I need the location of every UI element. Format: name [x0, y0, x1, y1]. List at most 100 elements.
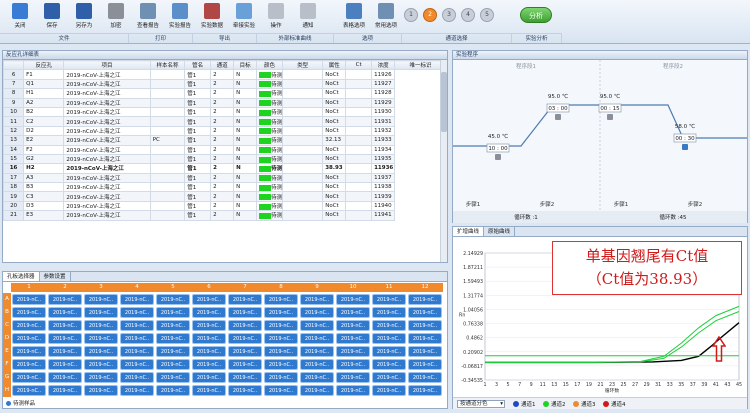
plate-well[interactable]: 2019-nC.. — [228, 385, 262, 396]
plate-well[interactable]: 2019-nC.. — [300, 359, 334, 370]
tab-amplification-curve[interactable]: 扩增曲线 — [453, 227, 485, 236]
toolbar-button-0[interactable]: 关闭 — [5, 3, 35, 33]
plate-well[interactable]: 2019-nC.. — [84, 346, 118, 357]
plate-well[interactable]: 2019-nC.. — [84, 320, 118, 331]
plate-column-header[interactable]: 3 — [83, 283, 119, 292]
toolbar-button-3[interactable]: 加密 — [101, 3, 131, 33]
plate-well[interactable]: 2019-nC.. — [228, 333, 262, 344]
plate-well[interactable]: 2019-nC.. — [12, 346, 46, 357]
table-row[interactable]: 8H12019-nCoV-上海之江 管12N 待测样品 NoCt 11928 — [3, 88, 447, 99]
tab-raw-curve[interactable]: 原始曲线 — [484, 227, 516, 236]
plate-well[interactable]: 2019-nC.. — [300, 307, 334, 318]
column-header[interactable]: 属性 — [322, 60, 347, 71]
step-temp[interactable]: 95.0 ℃ — [548, 93, 568, 100]
plate-well[interactable]: 2019-nC.. — [48, 320, 82, 331]
plate-well[interactable]: 2019-nC.. — [264, 359, 298, 370]
plate-well[interactable]: 2019-nC.. — [192, 320, 226, 331]
plate-well[interactable]: 2019-nC.. — [228, 359, 262, 370]
table-scrollbar[interactable] — [440, 60, 447, 262]
toolbar-button-5[interactable]: 实验报告 — [165, 3, 195, 33]
camera-icon[interactable] — [495, 154, 501, 160]
plate-column-header[interactable]: 10 — [335, 283, 371, 292]
plate-row-header[interactable]: C — [3, 319, 11, 332]
camera-icon[interactable] — [555, 114, 561, 120]
plate-well[interactable]: 2019-nC.. — [120, 307, 154, 318]
plate-well[interactable]: 2019-nC.. — [192, 372, 226, 383]
step-time[interactable]: 00 : 30 — [675, 136, 695, 142]
plate-well[interactable]: 2019-nC.. — [264, 294, 298, 305]
plate-well[interactable]: 2019-nC.. — [120, 346, 154, 357]
plate-well[interactable]: 2019-nC.. — [408, 346, 442, 357]
plate-well[interactable]: 2019-nC.. — [264, 372, 298, 383]
plate-well[interactable]: 2019-nC.. — [300, 346, 334, 357]
plate-well[interactable]: 2019-nC.. — [120, 320, 154, 331]
plate-well[interactable]: 2019-nC.. — [156, 294, 190, 305]
plate-well[interactable]: 2019-nC.. — [336, 346, 370, 357]
plate-row-header[interactable]: B — [3, 306, 11, 319]
plate-column-header[interactable]: 4 — [119, 283, 155, 292]
column-header[interactable]: Ct — [345, 60, 373, 71]
table-row[interactable]: 7Q12019-nCoV-上海之江 管12N 待测样品 NoCt 11927 — [3, 78, 447, 90]
toolbar-button-11[interactable]: 常用选项 — [371, 3, 401, 33]
step-time[interactable]: 00 : 15 — [600, 106, 620, 112]
plate-well[interactable]: 2019-nC.. — [48, 307, 82, 318]
table-row[interactable]: 15G22019-nCoV-上海之江 管12N 待测样品 NoCt 11935 — [3, 153, 447, 165]
channel-color-select[interactable]: 按通道分色 ▾ — [457, 400, 505, 408]
plate-well[interactable]: 2019-nC.. — [84, 333, 118, 344]
channel-legend-item[interactable]: 通道3 — [573, 400, 596, 408]
plate-row-header[interactable]: G — [3, 371, 11, 384]
plate-well[interactable]: 2019-nC.. — [372, 346, 406, 357]
plate-well[interactable]: 2019-nC.. — [192, 359, 226, 370]
plate-well[interactable]: 2019-nC.. — [156, 346, 190, 357]
plate-well[interactable]: 2019-nC.. — [192, 307, 226, 318]
table-row[interactable]: 17A32019-nCoV-上海之江 管12N 待测样品 NoCt 11937 — [3, 172, 447, 184]
plate-row-header[interactable]: F — [3, 358, 11, 371]
table-row[interactable]: 20D32019-nCoV-上海之江 管12N 待测样品 NoCt 11940 — [3, 200, 447, 212]
plate-well[interactable]: 2019-nC.. — [372, 333, 406, 344]
plate-well[interactable]: 2019-nC.. — [192, 294, 226, 305]
plate-well[interactable]: 2019-nC.. — [156, 333, 190, 344]
toolbar-button-9[interactable]: 通知 — [293, 3, 323, 33]
plate-well[interactable]: 2019-nC.. — [84, 307, 118, 318]
table-row[interactable]: 10B22019-nCoV-上海之江 管12N 待测样品 NoCt 11930 — [3, 106, 447, 118]
toolbar-button-8[interactable]: 操作 — [261, 3, 291, 33]
plate-column-header[interactable]: 2 — [47, 283, 83, 292]
plate-well[interactable]: 2019-nC.. — [48, 372, 82, 383]
plate-well[interactable]: 2019-nC.. — [264, 385, 298, 396]
plate-well[interactable]: 2019-nC.. — [12, 385, 46, 396]
plate-well[interactable]: 2019-nC.. — [48, 346, 82, 357]
plate-well[interactable]: 2019-nC.. — [300, 372, 334, 383]
plate-well[interactable]: 2019-nC.. — [300, 385, 334, 396]
plate-well[interactable]: 2019-nC.. — [156, 385, 190, 396]
plate-well[interactable]: 2019-nC.. — [372, 359, 406, 370]
plate-column-header[interactable]: 11 — [371, 283, 407, 292]
plate-well[interactable]: 2019-nC.. — [336, 320, 370, 331]
toolbar-button-4[interactable]: 查看报告 — [133, 3, 163, 33]
plate-well[interactable]: 2019-nC.. — [408, 307, 442, 318]
channel-button-5[interactable]: 5 — [480, 8, 494, 22]
plate-row-header[interactable]: D — [3, 332, 11, 345]
column-header[interactable]: 类型 — [281, 60, 324, 71]
column-header[interactable]: 唯一标识 — [394, 60, 447, 71]
plate-well[interactable]: 2019-nC.. — [12, 333, 46, 344]
plate-well[interactable]: 2019-nC.. — [408, 385, 442, 396]
plate-column-header[interactable]: 8 — [263, 283, 299, 292]
step-temp[interactable]: 58.0 ℃ — [675, 123, 695, 130]
analyze-button[interactable]: 分析 — [520, 7, 552, 23]
plate-well[interactable]: 2019-nC.. — [372, 307, 406, 318]
table-row[interactable]: 12D22019-nCoV-上海之江 管12N 待测样品 NoCt 11932 — [3, 125, 447, 137]
step-time[interactable]: 03 : 00 — [548, 106, 568, 112]
table-row[interactable]: 9A22019-nCoV-上海之江 管12N 待测样品 NoCt 11929 — [3, 97, 447, 108]
plate-well[interactable]: 2019-nC.. — [336, 372, 370, 383]
table-row[interactable]: 18B32019-nCoV-上海之江 管12N 待测样品 NoCt 11938 — [3, 182, 447, 193]
table-row[interactable]: 6F12019-nCoV-上海之江 管12N 待测样品 NoCt 11926 — [3, 69, 447, 80]
channel-button-3[interactable]: 3 — [442, 8, 456, 22]
plate-well[interactable]: 2019-nC.. — [12, 294, 46, 305]
toolbar-button-1[interactable]: 保存 — [37, 3, 67, 33]
column-header[interactable]: 颜色 — [256, 60, 283, 71]
camera-icon[interactable] — [682, 144, 688, 150]
plate-well[interactable]: 2019-nC.. — [408, 372, 442, 383]
plate-well[interactable]: 2019-nC.. — [192, 385, 226, 396]
plate-well[interactable]: 2019-nC.. — [336, 294, 370, 305]
toolbar-button-2[interactable]: 另存为 — [69, 3, 99, 33]
